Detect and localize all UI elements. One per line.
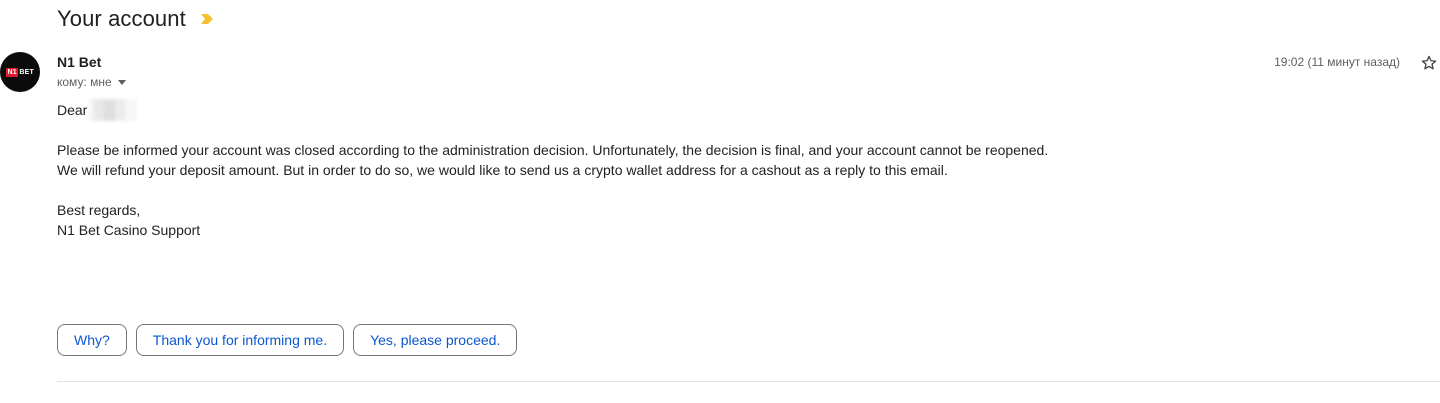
- signature: N1 Bet Casino Support: [57, 222, 201, 238]
- divider: [57, 381, 1440, 382]
- logo-text: BET: [19, 68, 34, 76]
- recipient-label: кому: мне: [57, 75, 112, 89]
- importance-marker-icon[interactable]: [200, 13, 214, 25]
- body-line-1: Please be informed your account was clos…: [57, 142, 1049, 158]
- greeting: Dear: [57, 102, 88, 118]
- email-timestamp: 19:02 (11 минут назад): [1274, 55, 1400, 69]
- body-line-2: We will refund your deposit amount. But …: [57, 162, 948, 178]
- star-icon[interactable]: [1420, 54, 1438, 72]
- sender-logo: N1 BET: [6, 67, 34, 77]
- recipient-line: кому: мне: [57, 75, 126, 89]
- smart-reply-proceed[interactable]: Yes, please proceed.: [353, 324, 518, 356]
- greeting-line: Dear: [57, 99, 1048, 121]
- signoff: Best regards,: [57, 202, 141, 218]
- smart-reply-row: Why? Thank you for informing me. Yes, pl…: [57, 324, 518, 356]
- sender-avatar[interactable]: N1 BET: [0, 52, 40, 92]
- redacted-name: [89, 99, 138, 121]
- email-body: Dear Please be informed your account was…: [57, 99, 1049, 240]
- smart-reply-why[interactable]: Why?: [57, 324, 127, 356]
- email-subject: Your account: [57, 6, 186, 31]
- chevron-down-icon[interactable]: [117, 79, 126, 85]
- logo-badge: N1: [6, 67, 19, 77]
- email-subject-row: Your account: [57, 4, 214, 34]
- smart-reply-thank-you[interactable]: Thank you for informing me.: [135, 324, 345, 356]
- sender-name[interactable]: N1 Bet: [57, 54, 101, 70]
